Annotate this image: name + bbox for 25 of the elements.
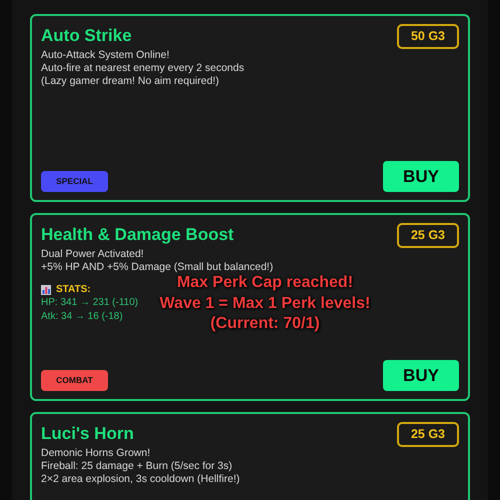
item-title: Health & Damage Boost <box>41 224 234 246</box>
price-tag: 25 G3 <box>396 422 459 447</box>
buy-button[interactable]: BUY <box>383 360 459 391</box>
item-title: Luci's Horn <box>41 423 134 445</box>
warning-text: (Current: 70/1) <box>210 314 320 334</box>
category-tag: COMBAT <box>41 370 108 391</box>
buy-button[interactable]: BUY <box>383 161 459 192</box>
bar-chart-icon <box>41 284 51 294</box>
stat-line: HP: 341 → 231 (-110) <box>41 296 138 310</box>
category-tag: SPECIAL <box>41 171 108 192</box>
description-line: Demonic Horns Grown! <box>41 447 152 460</box>
description-line: Dual Power Activated! <box>41 248 145 261</box>
description-line: Auto-Attack System Online! <box>41 49 170 62</box>
stats-label: STATS: <box>56 283 91 296</box>
price-tag: 50 G3 <box>396 24 459 49</box>
description-line: Fireball: 25 damage + Burn (5/sec for 3s) <box>41 460 234 473</box>
description-line: 2×2 area explosion, 3s cooldown (Hellfire!) <box>41 473 241 486</box>
price-tag: 25 G3 <box>396 223 459 248</box>
item-title: Auto Strike <box>41 25 132 47</box>
description-line: Auto-fire at nearest enemy every 2 seconds <box>41 62 246 75</box>
description-line: +5% HP AND +5% Damage (Small but balanced!) <box>41 261 274 274</box>
description-line: (Lazy gamer dream! No aim required!) <box>41 75 220 88</box>
warning-text: Wave 1 = Max 1 Perk levels! <box>160 294 370 314</box>
warning-text: Max Perk Cap reached! <box>176 273 354 293</box>
stat-line: Atk: 34 → 16 (-18) <box>41 310 123 324</box>
